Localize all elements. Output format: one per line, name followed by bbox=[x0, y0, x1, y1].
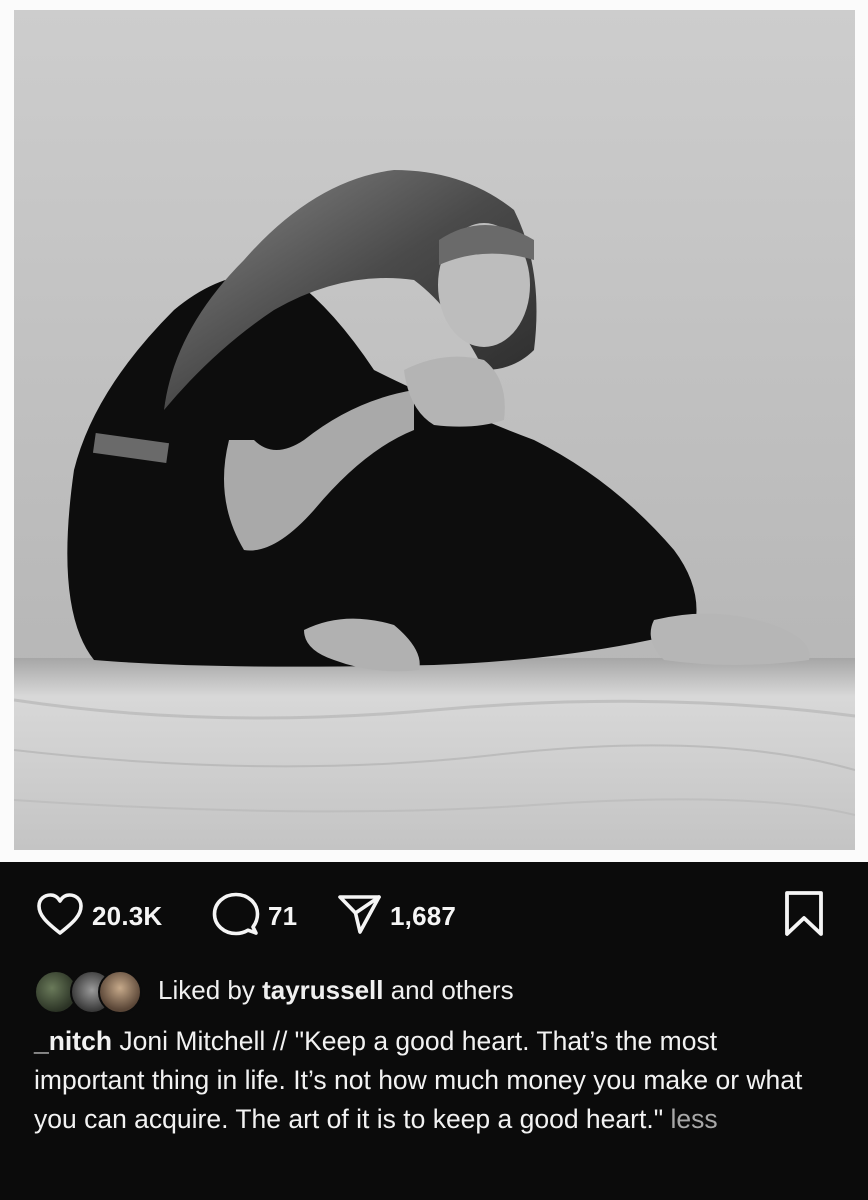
share-button[interactable]: 1,687 bbox=[336, 888, 456, 944]
liked-by-row[interactable]: Liked by tayrussell and others bbox=[34, 966, 514, 1014]
bookmark-icon bbox=[782, 890, 826, 943]
comment-icon bbox=[212, 891, 260, 942]
comment-button[interactable]: 71 bbox=[212, 888, 297, 944]
share-count: 1,687 bbox=[390, 900, 457, 931]
comment-count: 71 bbox=[268, 900, 298, 931]
post-photo[interactable] bbox=[14, 10, 855, 850]
less-link[interactable]: less bbox=[670, 1104, 717, 1134]
like-count: 20.3K bbox=[92, 900, 163, 931]
photo-illustration bbox=[14, 10, 855, 850]
save-button[interactable] bbox=[782, 888, 826, 944]
liked-by-suffix: and others bbox=[390, 974, 514, 1005]
post-info-panel: 20.3K 71 1,687 Liked by tayrussell and o… bbox=[0, 862, 868, 1200]
heart-icon bbox=[36, 892, 84, 941]
post-page: 20.3K 71 1,687 Liked by tayrussell and o… bbox=[0, 0, 868, 1200]
avatar bbox=[98, 970, 142, 1014]
liked-by-user[interactable]: tayrussell bbox=[262, 975, 383, 1005]
like-button[interactable]: 20.3K bbox=[36, 888, 162, 944]
liked-by-text: Liked by tayrussell and others bbox=[158, 975, 514, 1006]
liked-by-prefix: Liked by bbox=[158, 974, 255, 1005]
post-caption: _nitch Joni Mitchell // "Keep a good hea… bbox=[34, 1022, 814, 1139]
action-bar: 20.3K 71 1,687 bbox=[0, 888, 868, 944]
liker-avatars bbox=[34, 966, 142, 1014]
send-icon bbox=[336, 891, 382, 942]
caption-username[interactable]: _nitch bbox=[34, 1026, 112, 1056]
photo-frame bbox=[0, 0, 868, 862]
